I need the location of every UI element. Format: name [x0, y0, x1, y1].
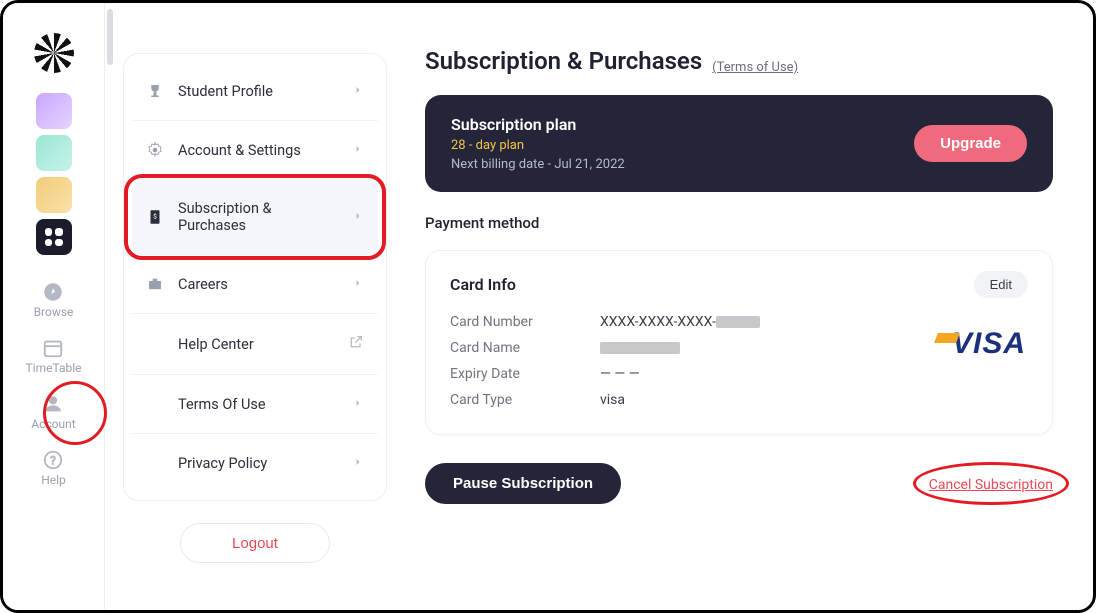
menu-label: Careers — [178, 276, 228, 293]
card-info-title: Card Info — [450, 275, 516, 294]
nav-items: Browse TimeTable Account — [25, 281, 81, 487]
app-frame: Browse TimeTable Account — [0, 0, 1096, 613]
calendar-icon — [42, 337, 64, 359]
nav-label: TimeTable — [25, 361, 81, 375]
nav-label: Account — [31, 417, 75, 431]
pause-subscription-button[interactable]: Pause Subscription — [425, 463, 621, 504]
card-type-label: Card Type — [450, 392, 560, 408]
gear-icon — [146, 141, 164, 159]
left-sidebar: Browse TimeTable Account — [3, 3, 105, 610]
plan-name: 28 - day plan — [451, 138, 625, 153]
scrollbar-thumb[interactable] — [107, 9, 113, 65]
edit-card-button[interactable]: Edit — [974, 271, 1028, 298]
page-title: Subscription & Purchases — [425, 47, 702, 75]
terms-of-use-link[interactable]: (Terms of Use) — [712, 60, 798, 75]
logout-button[interactable]: Logout — [180, 523, 330, 563]
upgrade-button[interactable]: Upgrade — [914, 125, 1027, 162]
menu-careers[interactable]: Careers — [132, 255, 378, 314]
card-name-value — [600, 340, 760, 356]
chevron-right-icon — [352, 455, 364, 472]
apps-grid-button[interactable] — [36, 219, 72, 255]
chevron-right-icon — [352, 142, 364, 159]
plan-next-billing: Next billing date - Jul 21, 2022 — [451, 157, 625, 172]
nav-browse[interactable]: Browse — [25, 281, 81, 319]
card-expiry-value: — — — — [600, 366, 760, 382]
menu-label: Privacy Policy — [178, 455, 267, 472]
blank-icon — [146, 335, 164, 353]
menu-help-center[interactable]: Help Center — [132, 314, 378, 375]
settings-panel: Student Profile Account & Settings $ Sub — [105, 3, 405, 610]
chevron-right-icon — [352, 83, 364, 100]
course-thumbs — [36, 93, 72, 255]
visa-logo-icon: VISA — [952, 327, 1026, 361]
menu-student-profile[interactable]: Student Profile — [132, 62, 378, 121]
card-name-label: Card Name — [450, 340, 560, 356]
payment-method-heading: Payment method — [425, 214, 1053, 232]
course-thumb[interactable] — [36, 135, 72, 171]
blank-icon — [146, 395, 164, 413]
menu-privacy[interactable]: Privacy Policy — [132, 434, 378, 492]
menu-account-settings[interactable]: Account & Settings — [132, 121, 378, 180]
trophy-icon — [146, 82, 164, 100]
briefcase-icon — [146, 275, 164, 293]
nav-help[interactable]: ? Help — [25, 449, 81, 487]
card-expiry-label: Expiry Date — [450, 366, 560, 382]
card-info-panel: Card Info Edit Card Number Card Name Exp… — [425, 250, 1053, 435]
compass-icon — [42, 281, 64, 303]
menu-subscription-purchases[interactable]: $ Subscription & Purchases — [132, 180, 378, 255]
svg-text:?: ? — [51, 454, 57, 468]
receipt-icon: $ — [146, 208, 164, 226]
plan-heading: Subscription plan — [451, 115, 625, 134]
menu-label: Account & Settings — [178, 142, 301, 159]
svg-text:$: $ — [153, 213, 157, 221]
nav-timetable[interactable]: TimeTable — [25, 337, 81, 375]
help-icon: ? — [42, 449, 64, 471]
blank-icon — [146, 454, 164, 472]
subscription-plan-card: Subscription plan 28 - day plan Next bil… — [425, 95, 1053, 192]
cancel-subscription-link[interactable]: Cancel Subscription — [929, 477, 1053, 493]
card-number-value: XXXX-XXXX-XXXX- — [600, 314, 760, 330]
nav-account[interactable]: Account — [25, 393, 81, 431]
menu-label: Help Center — [178, 336, 254, 353]
main-content: Subscription & Purchases (Terms of Use) … — [405, 3, 1093, 610]
external-link-icon — [348, 334, 364, 354]
course-thumb[interactable] — [36, 177, 72, 213]
menu-terms[interactable]: Terms Of Use — [132, 375, 378, 434]
settings-menu: Student Profile Account & Settings $ Sub — [123, 53, 387, 501]
course-thumb[interactable] — [36, 93, 72, 129]
menu-label: Student Profile — [178, 83, 273, 100]
chevron-right-icon — [352, 209, 364, 226]
menu-label: Terms Of Use — [178, 396, 266, 413]
chevron-right-icon — [352, 396, 364, 413]
nav-label: Help — [41, 473, 66, 487]
menu-label: Subscription & Purchases — [178, 200, 338, 234]
nav-label: Browse — [34, 305, 74, 319]
app-logo-icon[interactable] — [34, 33, 74, 73]
card-number-label: Card Number — [450, 314, 560, 330]
chevron-right-icon — [352, 276, 364, 293]
card-type-value: visa — [600, 392, 760, 408]
user-icon — [42, 393, 64, 415]
